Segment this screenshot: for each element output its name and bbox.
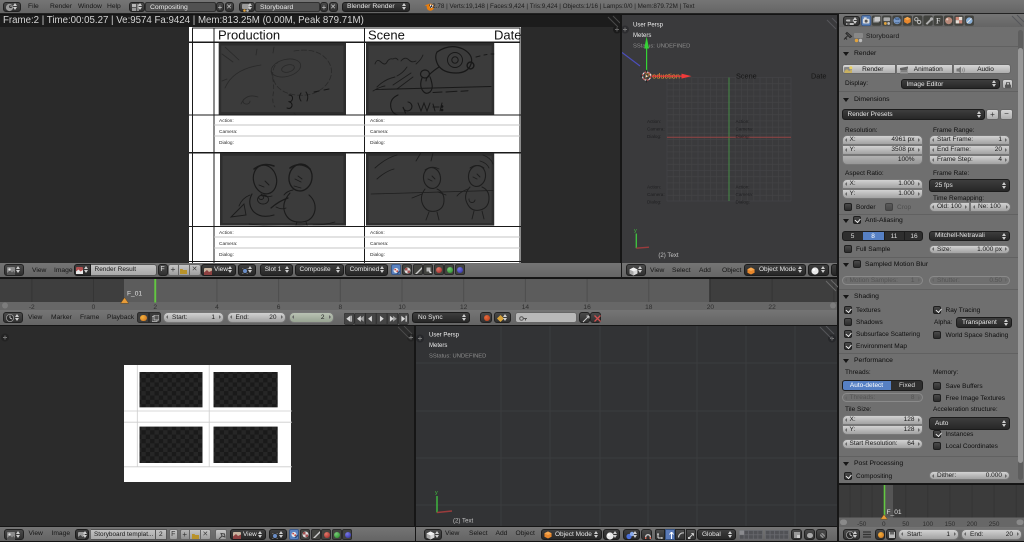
svg-text:Dialog:: Dialog: — [736, 199, 750, 204]
svg-text:Action:: Action: — [736, 119, 750, 124]
svg-text:Camera:: Camera: — [647, 126, 665, 131]
svg-text:y: y — [435, 490, 438, 496]
svg-text:Dialog:: Dialog: — [647, 199, 661, 204]
svg-text:User Persp: User Persp — [633, 22, 664, 28]
svg-text:Date: Date — [811, 71, 826, 80]
svg-text:Action:: Action: — [370, 230, 385, 236]
svg-text:50: 50 — [902, 521, 910, 528]
svg-text:Camera:: Camera: — [647, 192, 665, 197]
svg-text:Action:: Action: — [647, 184, 661, 189]
svg-text:(2) Text: (2) Text — [453, 518, 474, 525]
svg-text:150: 150 — [944, 521, 955, 528]
svg-text:Action:: Action: — [647, 119, 661, 124]
svg-text:Action:: Action: — [736, 184, 750, 189]
svg-text:Production: Production — [218, 27, 280, 42]
svg-text:0: 0 — [882, 521, 886, 528]
svg-text:Dialog:: Dialog: — [219, 252, 234, 258]
svg-text:Dialog:: Dialog: — [736, 134, 750, 139]
svg-text:Camera:: Camera: — [219, 241, 237, 247]
svg-text:y: y — [634, 228, 637, 234]
svg-text:250: 250 — [988, 521, 999, 528]
svg-text:Date: Date — [494, 27, 521, 42]
svg-text:F_01: F_01 — [886, 509, 901, 516]
svg-text:Meters: Meters — [429, 343, 447, 349]
svg-text:F_01: F_01 — [127, 290, 142, 297]
svg-text:Action:: Action: — [219, 118, 234, 124]
svg-text:Camera:: Camera: — [219, 129, 237, 135]
svg-text:100: 100 — [922, 521, 933, 528]
svg-text:Action:: Action: — [370, 118, 385, 124]
svg-text:Meters: Meters — [633, 33, 651, 39]
svg-text:Camera:: Camera: — [370, 129, 388, 135]
svg-text:Scene: Scene — [736, 71, 757, 80]
svg-text:SStatus: UNDEFINED: SStatus: UNDEFINED — [633, 43, 690, 49]
svg-text:Dialog:: Dialog: — [370, 252, 385, 258]
svg-text:Scene: Scene — [368, 27, 405, 42]
svg-text:Dialog:: Dialog: — [219, 140, 234, 146]
svg-text:Action:: Action: — [219, 230, 234, 236]
svg-text:Camera:: Camera: — [736, 192, 754, 197]
svg-text:200: 200 — [966, 521, 977, 528]
svg-text:-50: -50 — [857, 521, 867, 528]
svg-text:Dialog:: Dialog: — [370, 140, 385, 146]
svg-text:Camera:: Camera: — [736, 126, 754, 131]
svg-text:Camera:: Camera: — [370, 241, 388, 247]
svg-text:Dialog:: Dialog: — [647, 134, 661, 139]
svg-text:User Persp: User Persp — [429, 333, 460, 339]
svg-text:F: F — [936, 16, 941, 25]
svg-text:SStatus: UNDEFINED: SStatus: UNDEFINED — [429, 354, 486, 360]
svg-text:(2) Text: (2) Text — [658, 252, 679, 259]
